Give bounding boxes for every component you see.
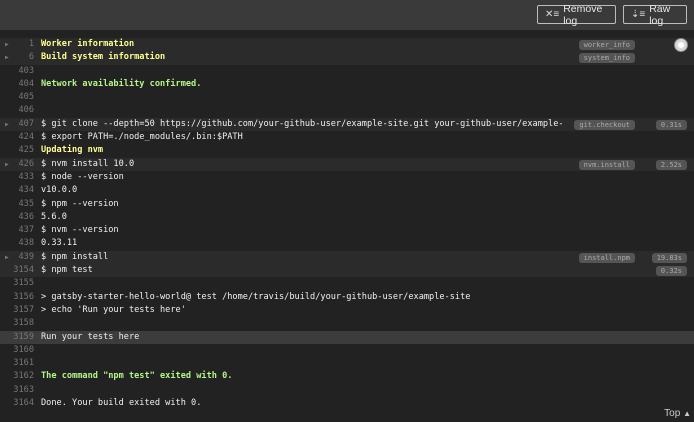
- line-text: $ npm --version: [41, 198, 119, 209]
- log-line: 424 $ export PATH=./node_modules/.bin:$PA…: [0, 131, 694, 144]
- remove-log-label: Remove log: [563, 2, 603, 27]
- log-line: 435 $ npm --version: [0, 198, 694, 211]
- line-number[interactable]: 3155: [0, 277, 34, 290]
- log-line: 3163: [0, 384, 694, 397]
- raw-log-button[interactable]: ⇣≡ Raw log: [623, 2, 687, 27]
- line-number[interactable]: 403: [0, 65, 34, 78]
- line-text: $ git clone --depth=50 https://github.co…: [41, 118, 564, 129]
- line-number[interactable]: 3154: [0, 264, 34, 277]
- line-number[interactable]: 3159: [0, 331, 34, 344]
- line-number[interactable]: 435: [0, 198, 34, 211]
- fold-label: nvm.install: [578, 159, 635, 170]
- line-number[interactable]: 3156: [0, 291, 34, 304]
- line-number[interactable]: 3160: [0, 344, 34, 357]
- remove-log-icon: ✕≡: [545, 9, 560, 20]
- duration-badge: 0.31s: [655, 119, 687, 130]
- log-line: 3160: [0, 344, 694, 357]
- remove-log-button[interactable]: ✕≡ Remove log: [537, 2, 616, 27]
- line-text: Network availability confirmed.: [41, 78, 202, 89]
- line-number[interactable]: 3164: [0, 397, 34, 410]
- line-text: $ npm test: [41, 265, 93, 276]
- raw-log-label: Raw log: [649, 2, 671, 27]
- log-line[interactable]: ▶ 439 $ npm install install.npm 19.83s: [0, 250, 694, 265]
- line-text: Run your tests here: [41, 331, 140, 342]
- log-line: 3157 > echo 'Run your tests here': [0, 304, 694, 317]
- line-text: $ nvm install 10.0: [41, 158, 135, 169]
- line-number[interactable]: 1: [0, 38, 34, 51]
- line-text: 0.33.11: [41, 238, 78, 249]
- fold-label: install.npm: [578, 252, 635, 263]
- line-text: $ nvm --version: [41, 225, 119, 236]
- log-line: 3159 Run your tests here: [0, 330, 694, 344]
- line-number[interactable]: 6: [0, 51, 34, 64]
- log-line[interactable]: ▶ 426 $ nvm install 10.0 nvm.install 2.52s: [0, 157, 694, 171]
- line-text: $ node --version: [41, 171, 124, 182]
- line-number[interactable]: 3163: [0, 384, 34, 397]
- log-line: 3155: [0, 277, 694, 290]
- duration-badge: 0.32s: [655, 266, 687, 277]
- log-line[interactable]: ▶ 6 Build system information system_info: [0, 51, 694, 65]
- log-follow-toggle[interactable]: [675, 39, 687, 51]
- log-line: 437 $ nvm --version: [0, 224, 694, 237]
- line-text: The command "npm test" exited with 0.: [41, 371, 233, 382]
- line-text: Worker information: [41, 39, 135, 49]
- line-text: Updating nvm: [41, 145, 104, 156]
- line-number[interactable]: 437: [0, 224, 34, 237]
- line-number[interactable]: 3158: [0, 317, 34, 330]
- line-number[interactable]: 436: [0, 211, 34, 224]
- line-number[interactable]: 434: [0, 184, 34, 197]
- build-log: ▶ 1 Worker information worker_info ▶ 6 Build s…: [0, 38, 694, 410]
- fold-label: git.checkout: [574, 119, 635, 130]
- line-number[interactable]: 438: [0, 237, 34, 250]
- fold-label: worker_info: [578, 40, 635, 50]
- line-number[interactable]: 3161: [0, 357, 34, 370]
- log-line: 425 Updating nvm: [0, 144, 694, 157]
- line-number[interactable]: 439: [0, 251, 34, 264]
- line-text: > echo 'Run your tests here': [41, 304, 186, 315]
- log-line: 405: [0, 91, 694, 104]
- log-line: 434 v10.0.0: [0, 184, 694, 197]
- log-toolbar: ✕≡ Remove log ⇣≡ Raw log: [0, 0, 694, 30]
- line-number[interactable]: 424: [0, 131, 34, 144]
- log-line: 3161: [0, 357, 694, 370]
- log-line: 3162 The command "npm test" exited with 0…: [0, 370, 694, 383]
- arrow-up-icon: ▲: [683, 409, 691, 418]
- line-number[interactable]: 407: [0, 118, 34, 131]
- fold-label: system_info: [578, 53, 635, 64]
- line-text: $ export PATH=./node_modules/.bin:$PATH: [41, 132, 243, 143]
- log-line: 3156 > gatsby-starter-hello-world@ test /…: [0, 291, 694, 304]
- log-line: 3158: [0, 317, 694, 330]
- log-line: 438 0.33.11: [0, 237, 694, 250]
- log-line: 403: [0, 65, 694, 78]
- log-line: 3164 Done. Your build exited with 0.: [0, 397, 694, 410]
- log-line: 3154 $ npm test 0.32s: [0, 264, 694, 278]
- top-label: Top: [664, 408, 681, 419]
- line-text: 5.6.0: [41, 211, 67, 222]
- log-line: 404 Network availability confirmed.: [0, 78, 694, 91]
- line-text: Build system information: [41, 52, 166, 63]
- log-line: 433 $ node --version: [0, 171, 694, 184]
- line-number[interactable]: 404: [0, 78, 34, 91]
- line-text: $ npm install: [41, 251, 109, 262]
- duration-badge: 19.83s: [651, 252, 687, 263]
- raw-log-icon: ⇣≡: [631, 9, 646, 20]
- log-line[interactable]: ▶ 407 $ git clone --depth=50 https://githu…: [0, 117, 694, 132]
- log-line[interactable]: ▶ 1 Worker information worker_info: [0, 38, 694, 52]
- log-line: 406: [0, 104, 694, 117]
- line-number[interactable]: 433: [0, 171, 34, 184]
- log-line: 436 5.6.0: [0, 211, 694, 224]
- line-number[interactable]: 406: [0, 104, 34, 117]
- line-text: v10.0.0: [41, 185, 78, 196]
- duration-badge: 2.52s: [655, 159, 687, 170]
- scroll-top-button[interactable]: Top ▲: [664, 408, 691, 419]
- line-text: > gatsby-starter-hello-world@ test /home…: [41, 291, 471, 302]
- line-text: Done. Your build exited with 0.: [41, 398, 202, 409]
- line-number[interactable]: 3162: [0, 370, 34, 383]
- line-number[interactable]: 3157: [0, 304, 34, 317]
- line-number[interactable]: 426: [0, 158, 34, 171]
- line-number[interactable]: 405: [0, 91, 34, 104]
- line-number[interactable]: 425: [0, 144, 34, 157]
